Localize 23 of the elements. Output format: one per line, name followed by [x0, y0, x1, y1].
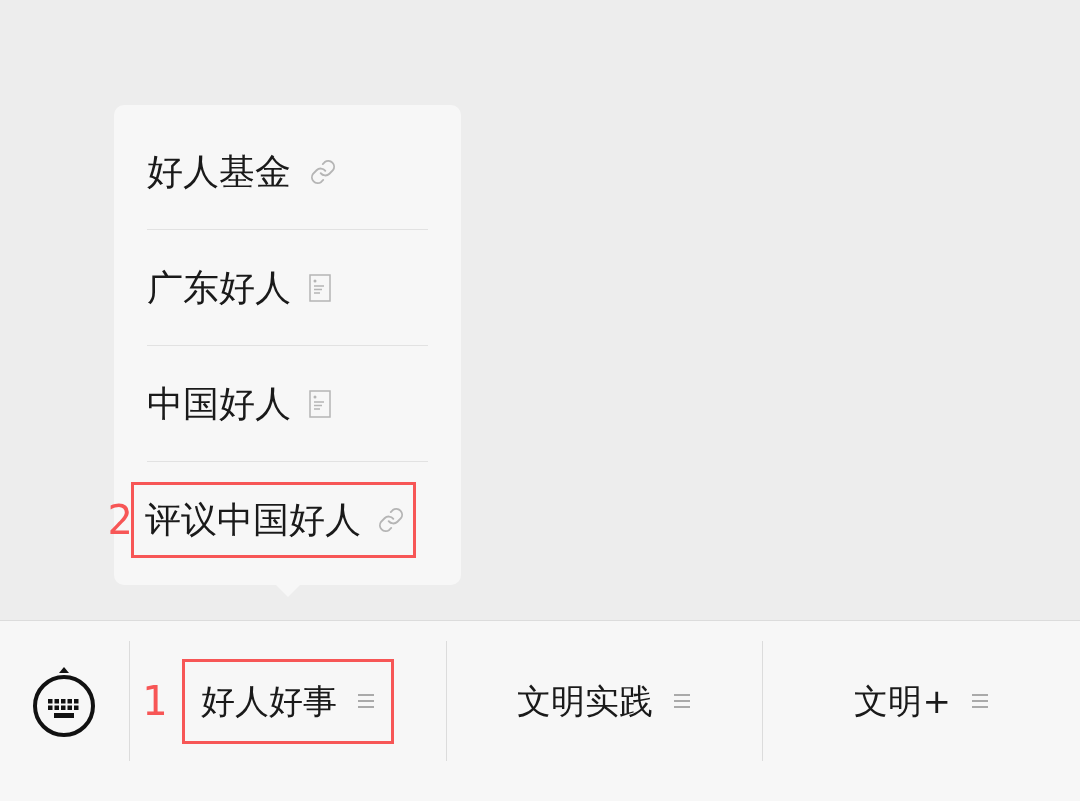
menu-icon — [673, 692, 692, 710]
menu-item[interactable]: 广东好人 — [147, 260, 331, 315]
menu-icon — [970, 692, 989, 710]
link-icon — [309, 157, 337, 186]
annotation-number: 2 — [107, 500, 133, 540]
document-icon — [309, 273, 331, 302]
menu-item-label: 广东好人 — [147, 265, 291, 310]
menu-item[interactable]: 好人基金 — [147, 144, 337, 199]
menu-tab[interactable]: 文明+ — [763, 641, 1080, 761]
menu-item[interactable]: 评议中国好人 — [131, 482, 416, 558]
menu-item-label: 评议中国好人 — [145, 498, 361, 542]
tab-label: 文明实践 — [517, 679, 654, 723]
menu-item-label: 中国好人 — [147, 381, 291, 426]
document-icon — [309, 389, 331, 418]
tab-label: 文明+ — [854, 679, 951, 723]
menu-tab[interactable]: 文明实践 — [446, 641, 764, 761]
menu-icon — [356, 692, 375, 710]
menu-item[interactable]: 中国好人 — [147, 376, 331, 431]
link-icon — [377, 506, 405, 534]
menu-tab[interactable]: 1 好人好事 — [129, 641, 447, 761]
annotation-number: 1 — [142, 681, 168, 721]
menu-item-label: 好人基金 — [147, 149, 291, 194]
tab-label: 好人好事 — [200, 679, 337, 723]
